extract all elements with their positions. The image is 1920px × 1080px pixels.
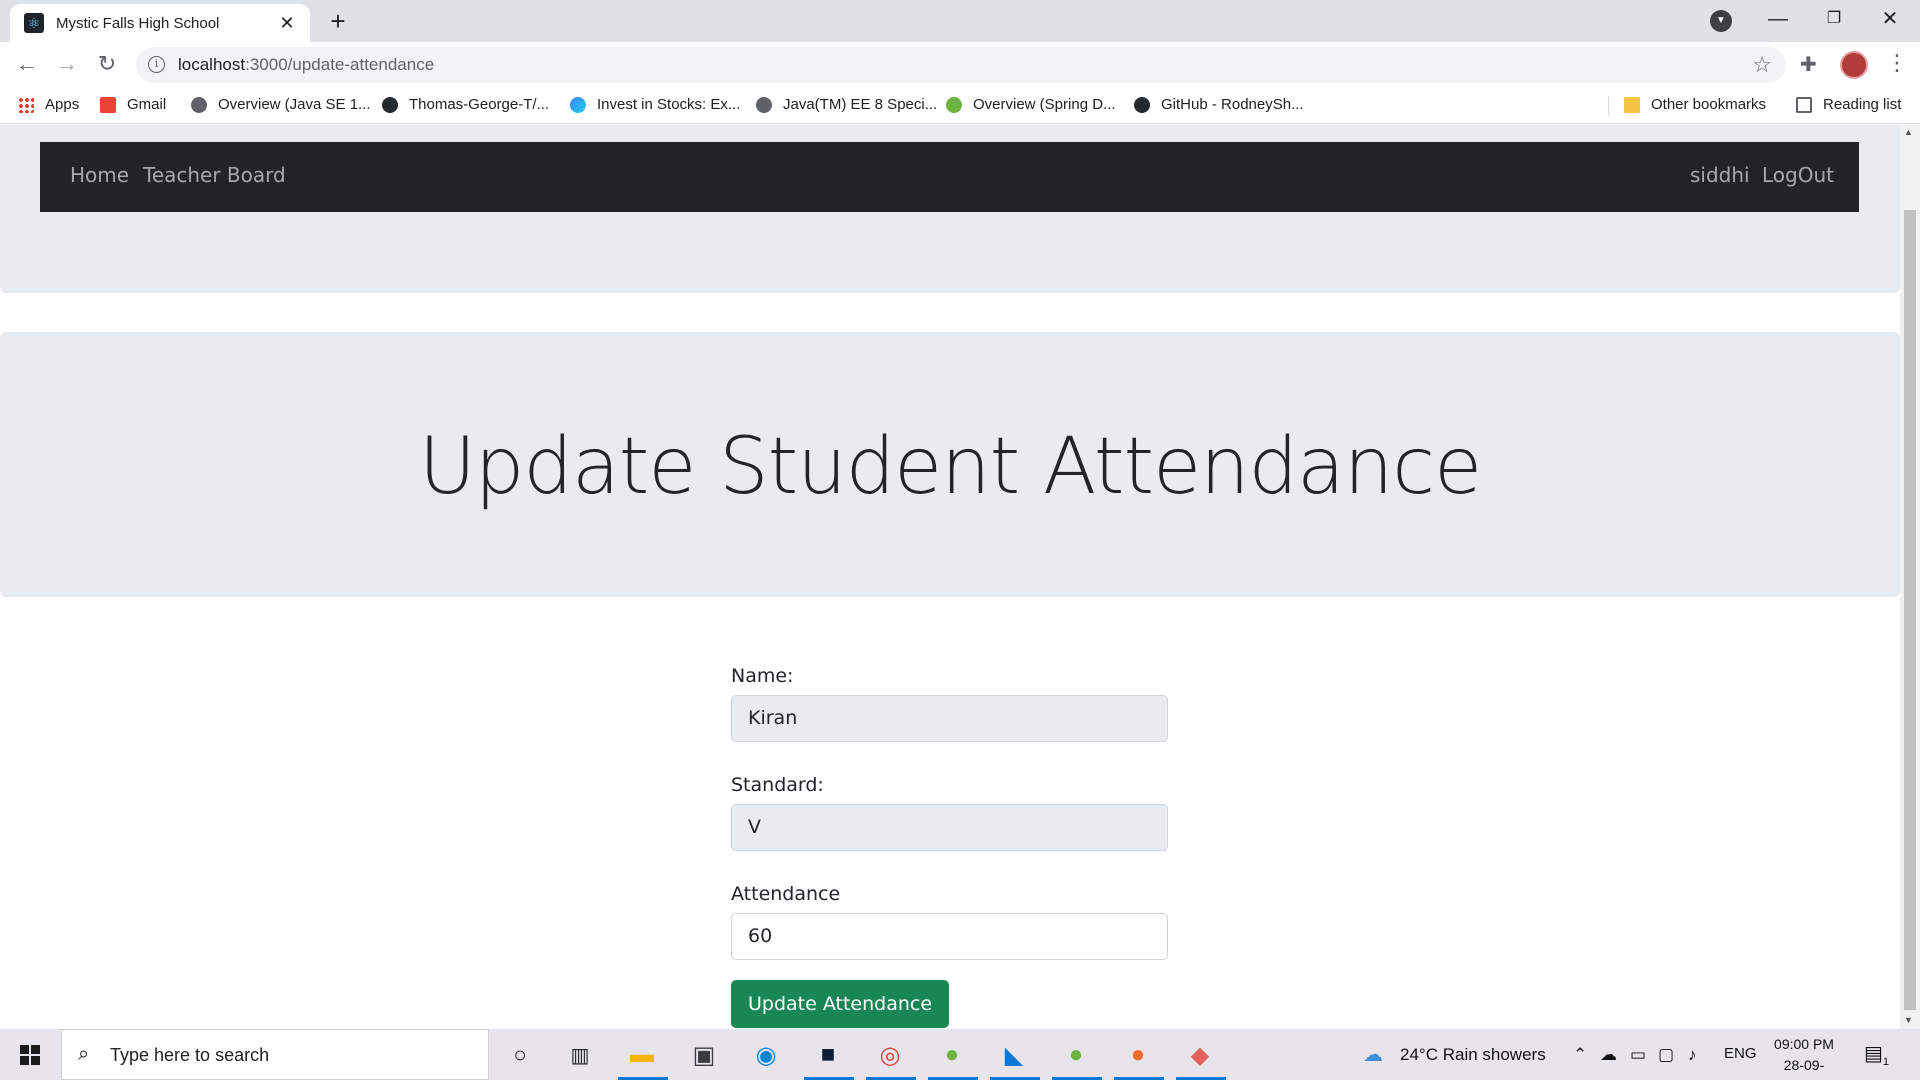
clock-date: 28-09-2021	[1783, 1057, 1825, 1080]
bookmark-gmail[interactable]: Gmail	[100, 96, 166, 113]
back-arrow-icon[interactable]: ←	[12, 50, 42, 80]
browser-menu-icon[interactable]: ⋮	[1886, 50, 1908, 76]
onedrive-icon[interactable]: ☁	[1600, 1045, 1617, 1065]
name-field[interactable]: Kiran	[731, 695, 1168, 742]
chrome-icon[interactable]: ◎	[870, 1036, 910, 1074]
github-icon	[382, 96, 398, 113]
tab-title: Mystic Falls High School	[56, 14, 220, 32]
weather-icon[interactable]: ☁	[1363, 1042, 1383, 1067]
update-attendance-button[interactable]: Update Attendance	[731, 980, 950, 1028]
clock[interactable]: 09:00 PM 28-09-2021	[1769, 1034, 1839, 1080]
page-title: Update Student Attendance	[418, 422, 1482, 512]
nav-user-link[interactable]: siddhi	[1690, 163, 1750, 187]
bookmark-java-ee[interactable]: Java(TM) EE 8 Speci...	[756, 96, 937, 113]
nav-logout-link[interactable]: LogOut	[1762, 163, 1834, 187]
file-explorer-icon[interactable]: ▬	[622, 1036, 662, 1074]
battery-icon[interactable]: ▭	[1630, 1045, 1646, 1065]
bookmark-java-se[interactable]: Overview (Java SE 1...	[191, 96, 371, 113]
clock-time: 09:00 PM	[1774, 1036, 1834, 1052]
vscode-icon[interactable]: ◣	[994, 1036, 1034, 1074]
reload-icon[interactable]: ↻	[92, 50, 122, 80]
other-bookmarks[interactable]: Other bookmarks	[1624, 96, 1766, 113]
globe-icon	[191, 96, 207, 113]
restore-icon[interactable]: ❐	[1806, 0, 1862, 42]
git-icon[interactable]: ◆	[1180, 1036, 1220, 1074]
bookmark-invest[interactable]: Invest in Stocks: Ex...	[570, 96, 740, 113]
tab-search-icon[interactable]: ▼	[1710, 10, 1732, 32]
globe-icon	[756, 96, 772, 113]
bookmark-star-icon[interactable]: ☆	[1752, 52, 1772, 78]
url-text[interactable]: localhost:3000/update-attendance	[178, 55, 434, 75]
task-view-icon[interactable]: ▥	[560, 1036, 600, 1074]
scroll-up-arrow-icon[interactable]: ▲	[1904, 127, 1913, 137]
nav-home-link[interactable]: Home	[70, 163, 129, 187]
spring-icon	[946, 96, 962, 113]
mysql-icon[interactable]: ■	[808, 1036, 848, 1074]
title-jumbotron: Update Student Attendance	[0, 332, 1900, 597]
search-icon: ⌕	[78, 1043, 90, 1065]
apps-grid-icon	[18, 96, 34, 113]
edge-icon[interactable]: ◉	[746, 1036, 786, 1074]
new-tab-button[interactable]: +	[322, 6, 354, 38]
close-tab-icon[interactable]: ✕	[276, 13, 298, 34]
page-scrollbar[interactable]: ▲ ▼	[1900, 125, 1920, 1029]
bookmark-github-rodney[interactable]: GitHub - RodneySh...	[1134, 96, 1304, 113]
profile-avatar[interactable]	[1840, 51, 1868, 79]
bookmark-thomas-george[interactable]: Thomas-George-T/...	[382, 96, 549, 113]
address-bar[interactable]: i localhost:3000/update-attendance ☆	[136, 47, 1786, 83]
taskbar-search-box[interactable]: ⌕ Type here to search	[61, 1029, 489, 1080]
navbar-container: Home Teacher Board siddhi LogOut	[0, 125, 1900, 293]
extensions-puzzle-icon[interactable]: ✚	[1800, 52, 1817, 77]
spring-tool-icon[interactable]: ●	[932, 1036, 972, 1074]
standard-label: Standard:	[731, 774, 824, 796]
minimize-icon[interactable]: —	[1750, 0, 1806, 42]
cortana-icon[interactable]: ○	[500, 1036, 540, 1074]
attendance-form: Name: Kiran Standard: V Attendance 60 Up…	[731, 665, 1168, 1028]
bookmarks-bar: Apps Gmail Overview (Java SE 1... Thomas…	[0, 88, 1920, 124]
show-hidden-icons-icon[interactable]: ⌃	[1573, 1045, 1587, 1065]
forward-arrow-icon[interactable]: →	[52, 50, 82, 80]
windows-taskbar: ⌕ Type here to search ○ ▥ ▬ ▣ ◉ ■ ◎ ● ◣ …	[0, 1029, 1920, 1080]
browser-tab[interactable]: ⚛ Mystic Falls High School ✕	[10, 4, 310, 42]
scroll-down-arrow-icon[interactable]: ▼	[1904, 1015, 1913, 1025]
microsoft-store-icon[interactable]: ▣	[684, 1036, 724, 1074]
nav-teacher-board-link[interactable]: Teacher Board	[143, 163, 286, 187]
weather-text[interactable]: 24°C Rain showers	[1400, 1045, 1546, 1065]
spring-tool-icon[interactable]: ●	[1056, 1036, 1096, 1074]
close-window-icon[interactable]: ✕	[1862, 0, 1918, 42]
gmail-icon	[100, 96, 116, 113]
browser-toolbar: ← → ↻ i localhost:3000/update-attendance…	[0, 42, 1920, 88]
folder-icon	[1624, 96, 1640, 113]
postman-icon[interactable]: ●	[1118, 1036, 1158, 1074]
search-placeholder: Type here to search	[110, 1045, 270, 1065]
attendance-label: Attendance	[731, 883, 841, 905]
notification-center-icon[interactable]: ▤1	[1864, 1041, 1889, 1068]
tab-strip: ⚛ Mystic Falls High School ✕ + ▼ — ❐ ✕	[0, 0, 1920, 42]
windows-start-icon[interactable]	[0, 1029, 60, 1080]
github-icon	[1134, 96, 1150, 113]
standard-field[interactable]: V	[731, 804, 1168, 851]
reading-list[interactable]: Reading list	[1796, 96, 1901, 113]
bookmark-apps[interactable]: Apps	[18, 96, 79, 113]
page-viewport: Home Teacher Board siddhi LogOut Update …	[0, 125, 1900, 1029]
language-indicator[interactable]: ENG	[1724, 1045, 1757, 1062]
bookmark-spring[interactable]: Overview (Spring D...	[946, 96, 1116, 113]
reading-list-icon	[1796, 96, 1812, 113]
react-favicon-icon: ⚛	[24, 13, 44, 33]
name-label: Name:	[731, 665, 794, 687]
volume-icon[interactable]: ♪	[1688, 1045, 1697, 1065]
network-icon[interactable]: ▢	[1658, 1045, 1674, 1065]
scrollbar-thumb[interactable]	[1904, 210, 1916, 1010]
site-info-icon[interactable]: i	[148, 56, 165, 73]
bookmark-separator	[1608, 96, 1609, 116]
invest-icon	[570, 96, 586, 113]
attendance-field[interactable]: 60	[731, 913, 1168, 960]
main-navbar: Home Teacher Board siddhi LogOut	[40, 142, 1859, 212]
